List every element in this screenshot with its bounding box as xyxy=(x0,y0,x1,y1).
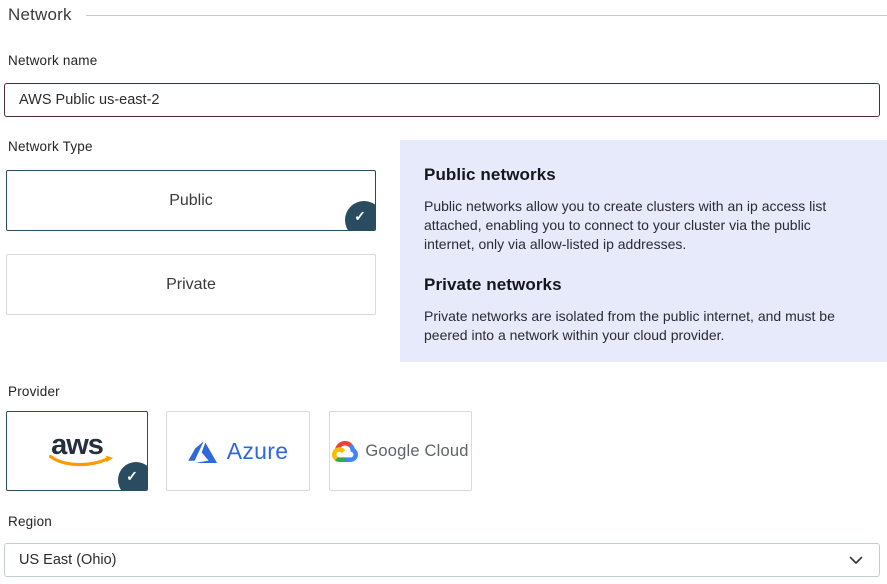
network-type-option-label: Public xyxy=(169,192,213,210)
info-body-public: Public networks allow you to create clus… xyxy=(424,197,860,254)
network-type-option-label: Private xyxy=(166,276,216,294)
region-selected-value: US East (Ohio) xyxy=(19,552,849,568)
azure-wordmark: Azure xyxy=(227,438,289,465)
network-type-option-private[interactable]: Private xyxy=(6,254,376,315)
network-name-label: Network name xyxy=(8,53,97,68)
selected-check-badge: ✓ xyxy=(345,201,376,231)
provider-option-azure[interactable]: Azure xyxy=(166,411,310,491)
info-heading-public: Public networks xyxy=(424,165,863,185)
azure-icon xyxy=(188,440,218,463)
aws-logo: aws xyxy=(41,430,113,468)
check-icon: ✓ xyxy=(354,208,366,225)
network-type-option-public[interactable]: Public ✓ xyxy=(6,170,376,231)
provider-option-google-cloud[interactable]: Google Cloud xyxy=(329,411,472,491)
provider-label: Provider xyxy=(8,384,60,399)
network-type-info-panel: Public networks Public networks allow yo… xyxy=(400,140,887,362)
provider-option-aws[interactable]: aws ✓ xyxy=(6,411,148,491)
info-body-private: Private networks are isolated from the p… xyxy=(424,307,860,345)
page-title: Network xyxy=(8,5,72,25)
google-cloud-logo: Google Cloud xyxy=(332,441,468,462)
section-header: Network xyxy=(8,2,887,28)
google-cloud-icon xyxy=(332,441,358,462)
chevron-down-icon xyxy=(849,556,863,565)
selected-check-badge: ✓ xyxy=(118,462,148,491)
region-select[interactable]: US East (Ohio) xyxy=(4,543,880,577)
check-icon: ✓ xyxy=(126,468,138,485)
header-divider xyxy=(86,15,887,16)
google-cloud-wordmark: Google Cloud xyxy=(365,442,468,461)
network-name-input[interactable] xyxy=(4,83,880,117)
aws-smile-icon xyxy=(49,455,113,468)
network-form: Network Network name Network Type Public… xyxy=(0,0,887,584)
region-label: Region xyxy=(8,514,52,529)
info-heading-private: Private networks xyxy=(424,275,863,295)
azure-logo: Azure xyxy=(188,438,289,465)
network-type-label: Network Type xyxy=(8,139,93,154)
